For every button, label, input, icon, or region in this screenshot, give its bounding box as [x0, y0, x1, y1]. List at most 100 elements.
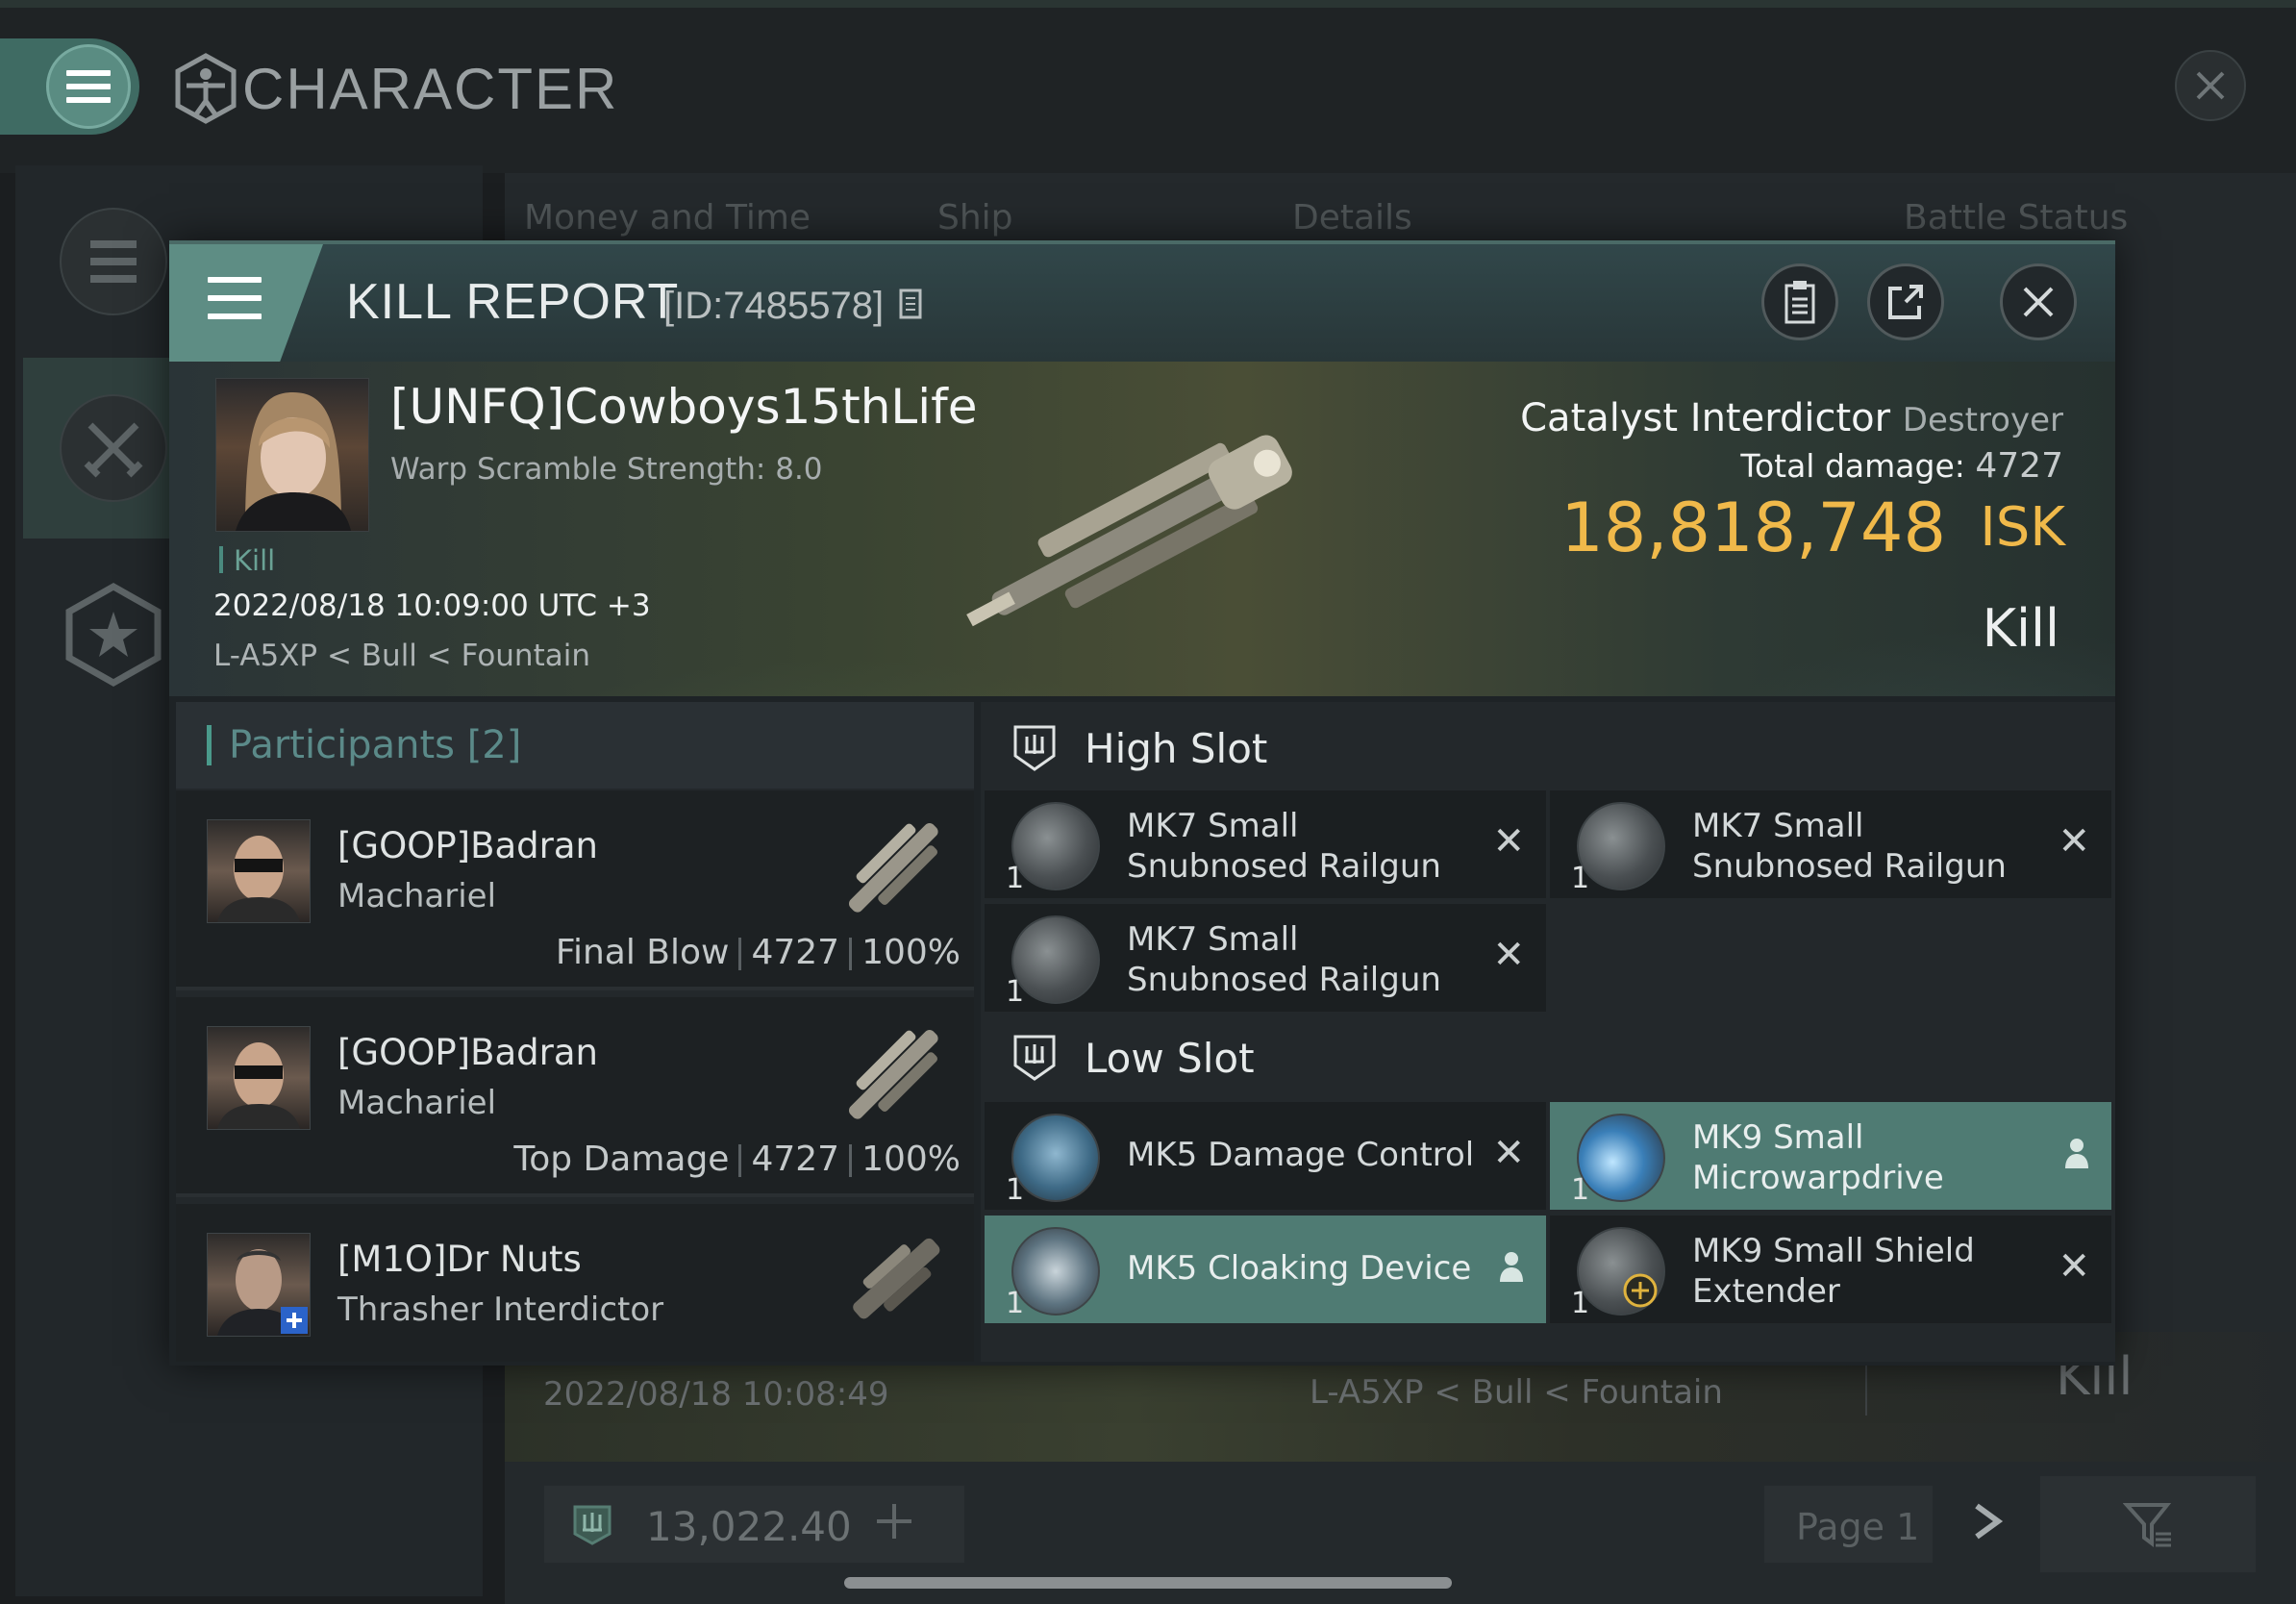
sidebar-item-battle[interactable] [60, 394, 167, 502]
filter-button[interactable] [2040, 1476, 2256, 1572]
list-icon [90, 240, 137, 283]
railgun-icon [1577, 802, 1665, 890]
vitruvian-man-icon [175, 53, 237, 124]
app-close-button[interactable] [2175, 50, 2246, 121]
stat-separator [849, 1144, 853, 1177]
hamburger-icon[interactable] [208, 277, 262, 319]
participant-ship: Machariel [337, 877, 497, 915]
item-name: MK7 Small Snubnosed Railgun [1127, 807, 1441, 886]
kill-tag-marker [219, 546, 223, 573]
wallet-icon [573, 1505, 611, 1545]
tab-ship[interactable]: Ship [937, 198, 1013, 238]
tab-battle-status[interactable]: Battle Status [1904, 198, 2128, 238]
item-quantity: 1 [1571, 1287, 1590, 1320]
kill-datetime: 2022/08/18 10:09:00 UTC +3 [213, 589, 651, 623]
low-slot-icon [1013, 1035, 1056, 1081]
participant-stats: Final Blow 4727 100% [556, 933, 961, 972]
fitting-item[interactable]: 1 MK9 Small Microwarpdrive [1550, 1102, 2111, 1210]
participants-title: Participants [2] [229, 723, 521, 767]
kill-report-id-label: [ID:7485578] [663, 285, 885, 327]
plus-icon [877, 1504, 911, 1539]
participant-ship: Thrasher Interdictor [337, 1291, 664, 1329]
participant-damage: 4727 [751, 1140, 840, 1179]
participant-name: [GOOP]Badran [337, 825, 598, 866]
fitting-item[interactable]: 1 MK7 Small Snubnosed Railgun ✕ [1550, 790, 2111, 898]
kill-report-close-button[interactable] [2000, 263, 2077, 340]
kill-result: Kill [1982, 598, 2059, 659]
kill-location[interactable]: L-A5XP < Bull < Fountain [213, 639, 590, 673]
kill-report-id: [ID:7485578] [663, 285, 925, 328]
filter-icon [2123, 1503, 2172, 1547]
shield-extender-icon [1577, 1227, 1665, 1316]
item-quantity: 1 [1006, 1173, 1025, 1207]
fitting-cutoff [981, 1339, 2115, 1362]
participant-avatar [207, 1026, 311, 1130]
damage-control-icon [1011, 1114, 1100, 1202]
victim-ship-name: Catalyst Interdictor [1520, 396, 1891, 440]
victim-ship-image[interactable] [938, 421, 1342, 642]
crossed-swords-icon [84, 422, 143, 478]
page-label: Page 1 [1796, 1506, 1920, 1548]
participant-row[interactable]: [GOOP]Badran Machariel Final Blow 4727 100… [176, 790, 974, 990]
item-quantity: 1 [1571, 1173, 1590, 1207]
item-name: MK9 Small Microwarpdrive [1692, 1118, 1944, 1197]
participants-label: Participants [229, 723, 455, 767]
participant-percent: 100% [861, 933, 961, 972]
total-damage-value: 4727 [1975, 446, 2063, 486]
fitting-item[interactable]: 1 MK9 Small Shield Extender ✕ [1550, 1216, 2111, 1323]
low-slot-title: Low Slot [1085, 1035, 1255, 1082]
item-quantity: 1 [1006, 975, 1025, 1009]
participant-ship-image [848, 1029, 938, 1119]
share-button[interactable] [1867, 263, 1944, 340]
add-balance-button[interactable] [873, 1500, 915, 1554]
sidebar-item-medals[interactable] [60, 581, 167, 689]
scrollbar[interactable] [844, 1577, 1452, 1589]
plus-badge-icon [281, 1307, 308, 1334]
tab-details[interactable]: Details [1292, 198, 1412, 238]
main-menu-button[interactable] [46, 44, 131, 129]
participant-ship: Machariel [337, 1084, 497, 1122]
destroyed-icon: ✕ [1492, 933, 1525, 977]
victim-avatar[interactable] [215, 378, 369, 532]
participant-ship-image [848, 822, 938, 913]
kill-report-title: KILL REPORT [346, 274, 680, 330]
fitting-item[interactable]: 1 MK7 Small Snubnosed Railgun ✕ [985, 790, 1546, 898]
warp-scramble-strength: Warp Scramble Strength: 8.0 [390, 452, 823, 487]
participant-row[interactable]: [GOOP]Badran Machariel Top Damage 4727 100… [176, 997, 974, 1197]
app-title: CHARACTER [242, 57, 619, 121]
participant-avatar [207, 819, 311, 923]
participants-count: [2] [466, 723, 522, 767]
destroyed-icon: ✕ [2058, 1244, 2090, 1289]
high-slot-title: High Slot [1085, 725, 1268, 772]
participant-stats: Top Damage 4727 100% [513, 1140, 961, 1179]
close-icon [2023, 287, 2054, 317]
clipboard-button[interactable] [1761, 263, 1838, 340]
participant-row[interactable]: [M1O]Dr Nuts Thrasher Interdictor [176, 1204, 974, 1362]
participant-percent: 100% [861, 1140, 961, 1179]
item-name: MK7 Small Snubnosed Railgun [1127, 920, 1441, 999]
balance-value: 13,022.40 [646, 1503, 852, 1550]
item-quantity: 1 [1571, 862, 1590, 895]
victim-name[interactable]: [UNFQ]Cowboys15thLife [390, 379, 978, 435]
item-quantity: 1 [1006, 862, 1025, 895]
kill-tag: Kill [234, 544, 276, 577]
participant-role: Final Blow [555, 933, 730, 972]
kill-row-date: 2022/08/18 10:08:49 [543, 1375, 889, 1414]
tab-money-and-time[interactable]: Money and Time [524, 198, 811, 238]
total-damage-label: Total damage: [1740, 447, 1965, 485]
kill-row-location: L-A5XP < Bull < Fountain [1310, 1373, 1723, 1412]
clipboard-icon [1784, 281, 1815, 324]
copy-id-icon[interactable] [898, 288, 925, 322]
participant-avatar [207, 1233, 311, 1337]
next-page-button[interactable] [1969, 1500, 2008, 1553]
fitting-item[interactable]: 1 MK5 Damage Control ✕ [985, 1102, 1546, 1210]
destroyed-icon: ✕ [2058, 819, 2090, 864]
railgun-icon [1011, 915, 1100, 1004]
star-badge-icon [65, 582, 162, 688]
sidebar-item-list[interactable] [60, 208, 167, 315]
participants-marker [207, 725, 212, 765]
fitting-item[interactable]: 1 MK7 Small Snubnosed Railgun ✕ [985, 904, 1546, 1012]
fitting-item[interactable]: 1 MK5 Cloaking Device [985, 1216, 1546, 1323]
victim-portrait-image [236, 392, 351, 531]
victim-ship-title[interactable]: Catalyst Interdictor Destroyer [1520, 396, 2063, 440]
